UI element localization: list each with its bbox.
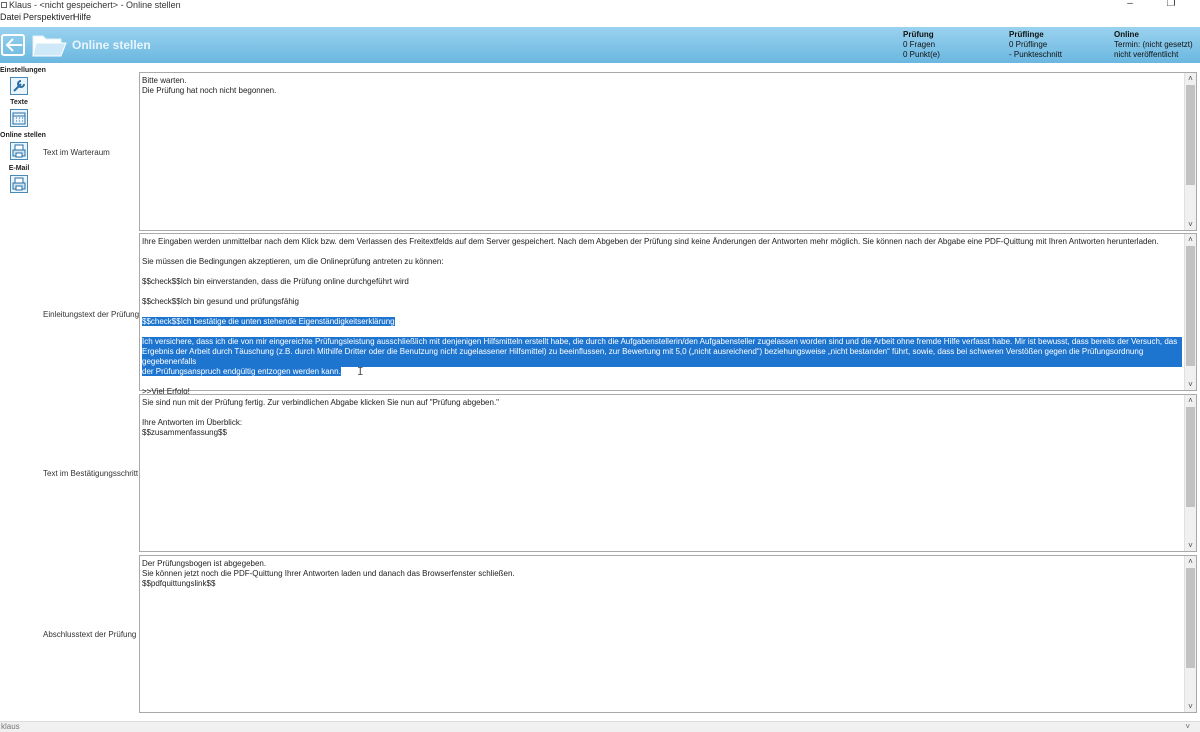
scrollbar[interactable]: ˄ ˅ (1184, 73, 1196, 230)
textarea-bestaetigungsschritt[interactable]: Sie sind nun mit der Prüfung fertig. Zur… (139, 394, 1197, 552)
selected-text: $$check$$Ich bestätige die unten stehend… (142, 317, 395, 326)
header-band: Online stellen Prüfung 0 Fragen 0 Punkt(… (0, 27, 1200, 63)
scroll-down-icon[interactable]: ˅ (1185, 701, 1196, 712)
status-text: klaus (1, 722, 20, 731)
app-icon (1, 2, 7, 8)
scroll-thumb[interactable] (1186, 85, 1195, 185)
sidebar-item-label: Einstellungen (0, 67, 46, 74)
sidebar-item-label: Texte (10, 99, 28, 106)
scrollbar[interactable]: ˄ ˅ (1184, 556, 1196, 712)
window-title: Klaus - <nicht gespeichert> - Online ste… (9, 0, 181, 10)
restore-button[interactable]: ❐ (1163, 0, 1179, 9)
stat-line: Termin: (nicht gesetzt) (1114, 40, 1193, 49)
status-bar: klaus ˅ (0, 721, 1200, 732)
text-cursor-icon: I (357, 365, 364, 378)
text-line: Sie müssen die Bedingungen akzeptieren, … (142, 257, 444, 266)
stat-line: nicht veröffentlicht (1114, 50, 1179, 59)
stat-heading: Prüfung (903, 30, 934, 39)
selected-text: der Prüfungsanspruch endgültig entzogen … (142, 367, 341, 376)
stat-heading: Online (1114, 30, 1139, 39)
label-einleitungstext: Einleitungstext der Prüfung (43, 310, 140, 319)
stat-heading: Prüflinge (1009, 30, 1044, 39)
wrench-icon (10, 77, 28, 95)
stat-line: - Punkteschnitt (1009, 50, 1062, 59)
menu-bar: Datei Perspektiven Hilfe (0, 11, 1200, 24)
scroll-thumb[interactable] (1186, 246, 1195, 366)
textarea-warteraum[interactable]: Bitte warten. Die Prüfung hat noch nicht… (139, 72, 1197, 231)
printer-icon (10, 142, 28, 160)
menu-hilfe[interactable]: Hilfe (73, 11, 91, 24)
scrollbar[interactable]: ˄ ˅ (1184, 234, 1196, 390)
text-line: Ihre Antworten im Überblick: (142, 418, 243, 427)
calendar-icon (10, 109, 28, 127)
sidebar-nav: Einstellungen Texte Online stellen E-Mai… (0, 63, 46, 721)
scroll-down-icon[interactable]: ˅ (1185, 379, 1196, 390)
stat-online: Online Termin: (nicht gesetzt) nicht ver… (1114, 30, 1193, 60)
back-arrow-icon (5, 38, 22, 52)
scroll-thumb[interactable] (1186, 407, 1195, 507)
stat-line: 0 Prüflinge (1009, 40, 1048, 49)
sidebar-item-email[interactable]: E-Mail (0, 164, 38, 193)
sidebar-item-einstellungen[interactable]: Einstellungen (0, 66, 46, 95)
stat-pruefung: Prüfung 0 Fragen 0 Punkt(e) (903, 30, 940, 60)
text-line: Sie können jetzt noch die PDF-Quittung I… (142, 569, 515, 578)
scroll-up-icon[interactable]: ˄ (1185, 395, 1196, 406)
menu-datei[interactable]: Datei (0, 11, 21, 24)
scroll-up-icon[interactable]: ˄ (1185, 556, 1196, 567)
text-line: $$check$$Ich bin gesund und prüfungsfähi… (142, 297, 300, 306)
menu-perspektiven[interactable]: Perspektiven (23, 11, 75, 24)
stat-line: 0 Punkt(e) (903, 50, 940, 59)
title-bar: Klaus - <nicht gespeichert> - Online ste… (0, 0, 1200, 11)
sidebar-item-online-stellen[interactable]: Online stellen (0, 131, 46, 160)
selected-text: Ich versichere, dass ich die von mir ein… (142, 337, 1182, 347)
scroll-up-icon[interactable]: ˄ (1185, 73, 1196, 84)
label-abschlusstext: Abschlusstext der Prüfung (43, 630, 137, 639)
text-line: Sie sind nun mit der Prüfung fertig. Zur… (142, 398, 500, 407)
scroll-down-icon[interactable]: ˅ (1185, 219, 1196, 230)
stat-prueflinge: Prüflinge 0 Prüflinge - Punkteschnitt (1009, 30, 1062, 60)
text-line: $$zusammenfassung$$ (142, 428, 227, 437)
label-bestaetigungsschritt: Text im Bestätigungsschritt (43, 469, 139, 478)
sidebar-item-label: Online stellen (0, 132, 46, 139)
selected-text: Ergebnis der Arbeit durch Täuschung (z.B… (142, 347, 1182, 367)
text-line: Die Prüfung hat noch nicht begonnen. (142, 86, 277, 95)
text-line: Der Prüfungsbogen ist abgegeben. (142, 559, 267, 568)
scroll-up-icon[interactable]: ˄ (1185, 234, 1196, 245)
minimize-button[interactable]: – (1122, 0, 1138, 9)
textarea-abschlusstext[interactable]: Der Prüfungsbogen ist abgegeben. Sie kön… (139, 555, 1197, 713)
label-warteraum: Text im Warteraum (43, 148, 110, 157)
folder-icon (32, 35, 67, 57)
scrollbar[interactable]: ˄ ˅ (1184, 395, 1196, 551)
app-window: Klaus - <nicht gespeichert> - Online ste… (0, 0, 1200, 732)
scroll-thumb[interactable] (1186, 568, 1195, 668)
text-line: $$pdfquittungslink$$ (142, 579, 216, 588)
textarea-einleitungstext[interactable]: Ihre Eingaben werden unmittelbar nach de… (139, 233, 1197, 396)
chevron-down-icon[interactable]: ˅ (1185, 722, 1190, 732)
text-line: Bitte warten. (142, 76, 187, 85)
page-title: Online stellen (72, 38, 151, 52)
scroll-down-icon[interactable]: ˅ (1185, 540, 1196, 551)
text-line: Ihre Eingaben werden unmittelbar nach de… (142, 237, 1159, 246)
stat-line: 0 Fragen (903, 40, 936, 49)
sidebar-item-label: E-Mail (8, 165, 30, 172)
mail-icon (10, 175, 28, 193)
back-button[interactable] (1, 34, 25, 56)
text-line: $$check$$Ich bin einverstanden, dass die… (142, 277, 409, 286)
sidebar-item-texte[interactable]: Texte (0, 98, 38, 127)
